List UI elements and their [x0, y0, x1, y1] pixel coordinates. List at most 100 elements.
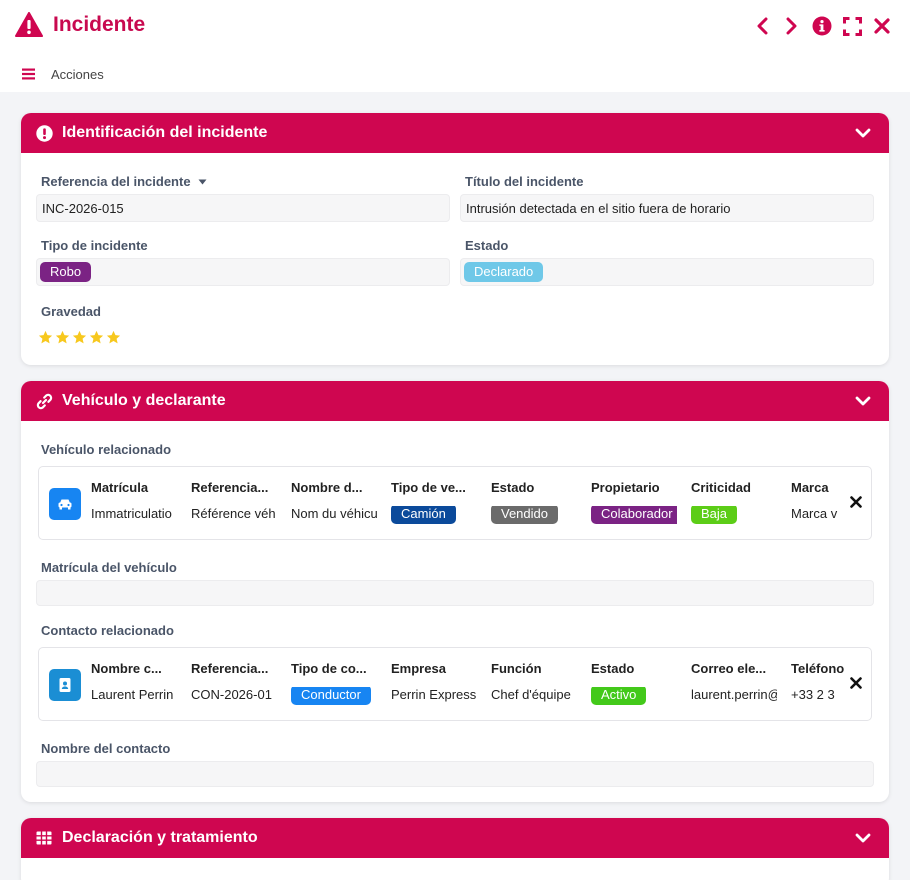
column-value: Perrin Express: [391, 687, 477, 702]
contacto-related-row[interactable]: Nombre c... Laurent Perrin Referencia... CO…: [38, 647, 872, 721]
section-identificacion: Identificación del incidente Referencia …: [21, 113, 889, 365]
matricula-label: Matrícula del vehículo: [41, 560, 177, 575]
titulo-field[interactable]: Intrusión detectada en el sitio fuera de…: [460, 194, 874, 222]
incident-window: Incidente Acciones Identificación del in…: [0, 0, 910, 880]
column-value: Activo: [591, 687, 677, 705]
column-value: Baja: [691, 506, 777, 524]
fullscreen-icon[interactable]: [842, 15, 862, 37]
info-icon[interactable]: [812, 15, 832, 37]
section-title: Declaración y tratamiento: [62, 829, 258, 846]
column-header: Correo ele...: [691, 661, 767, 676]
estado-tag: Declarado: [464, 262, 544, 282]
star-icon[interactable]: [89, 330, 104, 345]
related-column: Estado Vendido: [491, 480, 577, 524]
related-column: Criticidad Baja: [691, 480, 777, 524]
section-declaracion-header[interactable]: Declaración y tratamiento: [21, 818, 889, 858]
column-header: Propietario: [591, 480, 660, 495]
alert-circle-icon: [35, 124, 53, 142]
column-header: Estado: [591, 661, 635, 676]
related-column: Tipo de co... Conductor: [291, 661, 377, 705]
column-header: Nombre d...: [291, 480, 363, 495]
referencia-label: Referencia del incidente: [41, 174, 207, 189]
related-column: Referencia... CON-2026-01: [191, 661, 277, 705]
related-column: Estado Activo: [591, 661, 677, 705]
tipo-tag: Robo: [40, 262, 92, 282]
star-icon[interactable]: [55, 330, 70, 345]
actions-menu[interactable]: Acciones: [22, 66, 104, 82]
next-icon[interactable]: [782, 15, 802, 37]
column-header: Nombre c...: [91, 661, 162, 676]
contact-card-icon: [49, 669, 81, 701]
chevron-down-icon[interactable]: [855, 126, 871, 140]
status-badge: Colaborador: [591, 506, 677, 524]
column-header: Marca: [791, 480, 829, 495]
column-header: Teléfono: [791, 661, 845, 676]
related-column: Matrícula Immatriculatio: [91, 480, 177, 524]
star-icon[interactable]: [106, 330, 121, 345]
column-value: Camión: [391, 506, 477, 524]
estado-label: Estado: [465, 238, 509, 253]
gravedad-label: Gravedad: [41, 304, 101, 319]
tipo-label: Tipo de incidente: [41, 238, 148, 253]
chevron-down-icon[interactable]: [855, 394, 871, 408]
column-value: Référence véh: [191, 506, 276, 521]
section-title: Identificación del incidente: [62, 124, 268, 141]
actions-label[interactable]: Acciones: [51, 67, 104, 82]
column-value: Vendido: [491, 506, 577, 524]
column-value: Immatriculatio: [91, 506, 172, 521]
related-column: Tipo de ve... Camión: [391, 480, 477, 524]
hamburger-menu-icon[interactable]: [22, 68, 35, 80]
related-column: Correo ele... laurent.perrin@: [691, 661, 777, 705]
column-header: Matrícula: [91, 480, 149, 495]
close-icon[interactable]: [872, 15, 892, 37]
link-icon: [35, 392, 53, 410]
warning-icon: [15, 12, 43, 37]
window-title: Incidente: [53, 13, 146, 36]
column-value: Colaborador: [591, 506, 677, 524]
column-header: Referencia...: [191, 480, 269, 495]
status-badge: Camión: [391, 506, 456, 524]
star-icon[interactable]: [72, 330, 87, 345]
tipo-field[interactable]: Robo: [36, 258, 450, 286]
column-value: Laurent Perrin: [91, 687, 174, 702]
remove-vehiculo-icon[interactable]: [850, 496, 862, 508]
section-title: Vehículo y declarante: [62, 392, 226, 409]
gravedad-rating[interactable]: [38, 330, 121, 345]
column-header: Referencia...: [191, 661, 269, 676]
status-badge: Conductor: [291, 687, 371, 705]
remove-contacto-icon[interactable]: [850, 677, 862, 689]
car-icon: [49, 488, 81, 520]
section-vehiculo-header[interactable]: Vehículo y declarante: [21, 381, 889, 421]
section-vehiculo: Vehículo y declarante Vehículo relaciona…: [21, 381, 889, 802]
status-badge: Baja: [691, 506, 738, 524]
column-value: CON-2026-01: [191, 687, 272, 702]
contacto-relacionado-label: Contacto relacionado: [41, 623, 174, 638]
related-column: Empresa Perrin Express: [391, 661, 477, 705]
column-value: Nom du véhicu: [291, 506, 377, 521]
estado-field[interactable]: Declarado: [460, 258, 874, 286]
column-header: Tipo de co...: [291, 661, 367, 676]
header-toolbar: [752, 14, 892, 38]
section-declaracion: Declaración y tratamiento: [21, 818, 889, 880]
related-column: Teléfono +33 2 3: [791, 661, 877, 705]
related-column: Nombre c... Laurent Perrin: [91, 661, 177, 705]
contacto-nombre-field[interactable]: [36, 761, 874, 787]
matricula-field[interactable]: [36, 580, 874, 606]
column-value: laurent.perrin@: [691, 687, 777, 702]
related-column: Marca Marca v: [791, 480, 877, 524]
column-value: +33 2 3: [791, 687, 835, 702]
vehiculo-related-row[interactable]: Matrícula Immatriculatio Referencia... Réfé…: [38, 466, 872, 540]
referencia-field[interactable]: INC-2026-015: [36, 194, 450, 222]
column-value: Marca v: [791, 506, 838, 521]
section-identificacion-header[interactable]: Identificación del incidente: [21, 113, 889, 153]
related-column: Propietario Colaborador: [591, 480, 677, 524]
column-header: Estado: [491, 480, 535, 495]
caret-down-icon[interactable]: [198, 179, 207, 185]
previous-icon[interactable]: [752, 15, 772, 37]
titulo-label: Título del incidente: [465, 174, 584, 189]
window-header: Incidente Acciones: [0, 0, 910, 92]
column-header: Función: [491, 661, 542, 676]
chevron-down-icon[interactable]: [855, 831, 871, 845]
column-header: Empresa: [391, 661, 446, 676]
star-icon[interactable]: [38, 330, 53, 345]
